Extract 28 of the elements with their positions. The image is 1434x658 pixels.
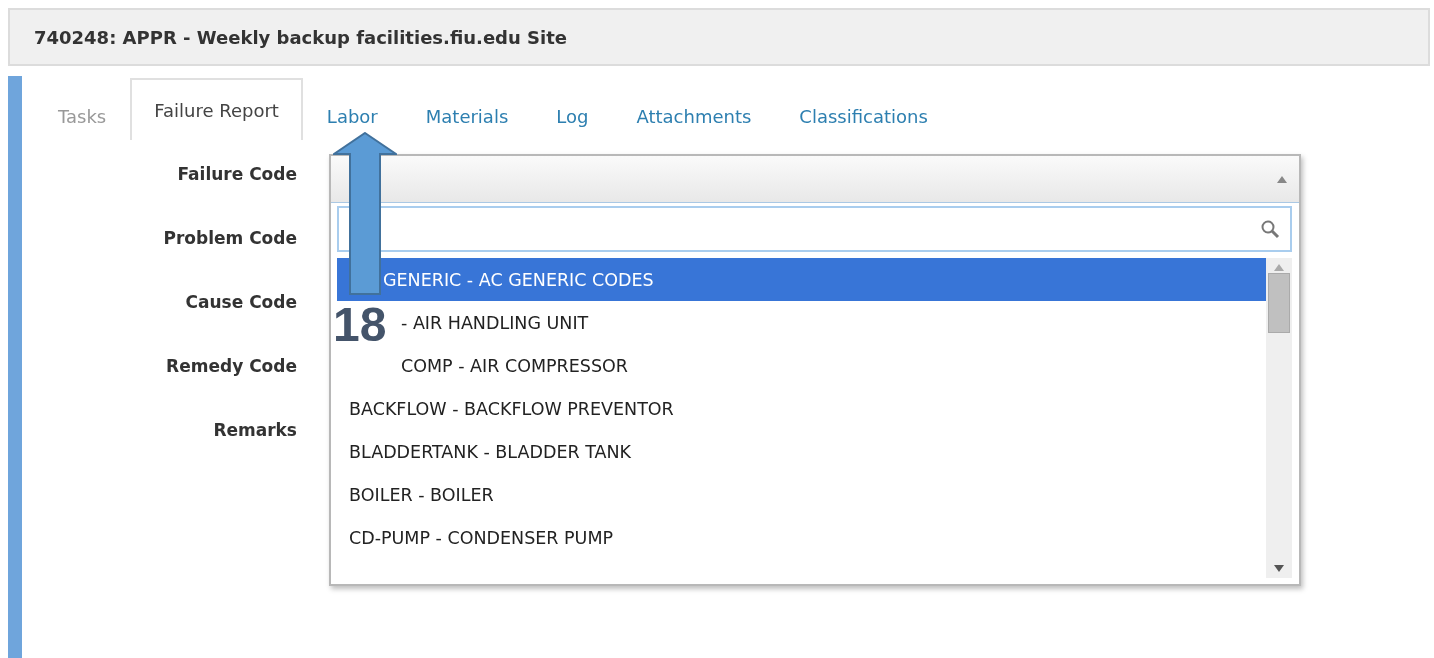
caret-up-icon [1277,175,1287,183]
field-label: Remedy Code [166,356,297,378]
list-option[interactable]: COMP - AIR COMPRESSOR [401,355,628,376]
tab[interactable]: Failure Report [130,78,303,140]
tab[interactable]: Log [532,90,613,140]
tab[interactable]: Materials [401,90,533,140]
search-icon [1260,219,1280,239]
scrollbar[interactable] [1266,258,1292,578]
tab[interactable]: Labor [302,90,402,140]
field-label: Failure Code [177,164,297,186]
tab[interactable]: Attachments [612,90,776,140]
list-option[interactable]: CD-PUMP - CONDENSER PUMP [349,527,614,548]
field-label: Cause Code [185,292,297,314]
list-option[interactable]: BOILER - BOILER [349,484,494,505]
list-option[interactable]: - AIR HANDLING UNIT [401,312,589,333]
scroll-thumb[interactable] [1268,273,1290,333]
scroll-up-icon[interactable] [1274,264,1284,271]
scroll-down-icon[interactable] [1274,565,1284,572]
field-label: Remarks [213,420,297,442]
list-option[interactable]: GENERIC - AC GENERIC CODES [337,258,1266,301]
tab[interactable]: Classifications [775,90,952,140]
search-field[interactable] [337,206,1292,252]
list-option[interactable]: BACKFLOW - BACKFLOW PREVENTOR [349,398,674,419]
window-title: 740248: APPR - Weekly backup facilities.fiu.edu Site [8,8,1430,66]
step-number: 18 [333,301,387,349]
list-option[interactable]: BLADDERTANK - BLADDER TANK [349,441,632,462]
field-label: Problem Code [163,228,297,250]
option-label: GENERIC - AC GENERIC CODES [383,269,654,290]
